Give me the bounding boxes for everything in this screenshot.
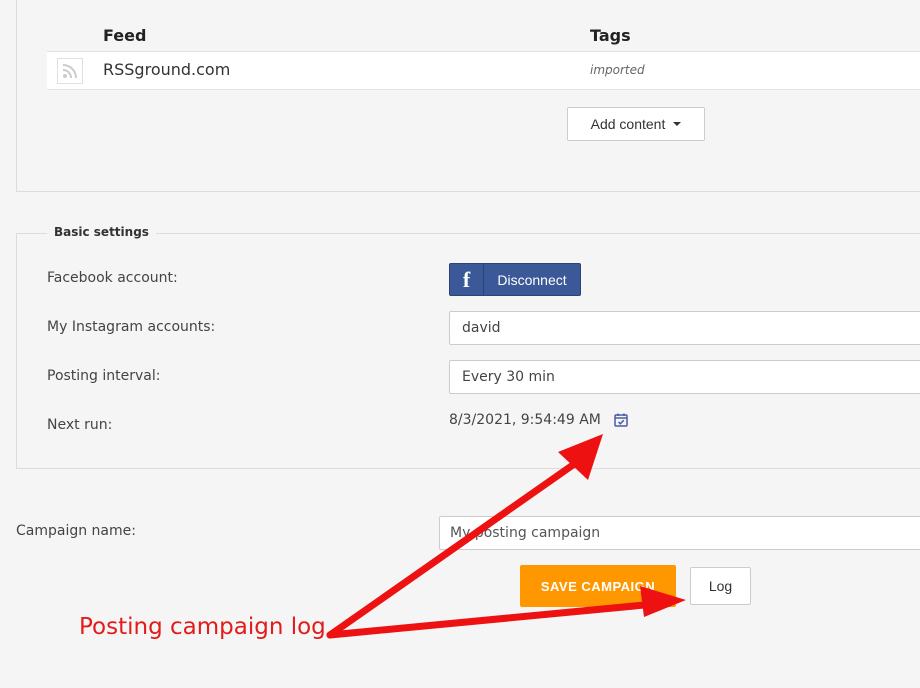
rss-icon xyxy=(57,58,83,84)
campaign-name-input[interactable] xyxy=(439,516,920,550)
next-run-label: Next run: xyxy=(47,417,113,433)
posting-interval-select[interactable]: Every 30 min xyxy=(449,360,920,394)
feed-name[interactable]: RSSground.com xyxy=(103,60,230,79)
tags-column-header: Tags xyxy=(590,26,631,45)
caret-down-icon xyxy=(673,122,682,126)
disconnect-label: Disconnect xyxy=(497,271,567,288)
add-content-label: Add content xyxy=(590,116,666,132)
arrow-to-log xyxy=(326,600,659,639)
save-campaign-button[interactable]: SAVE CAMPAIGN xyxy=(520,565,676,607)
next-run-value: 8/3/2021, 9:54:49 AM xyxy=(449,412,601,428)
facebook-disconnect-button[interactable]: f Disconnect xyxy=(449,263,581,296)
posting-interval-label: Posting interval: xyxy=(47,368,161,384)
log-button[interactable]: Log xyxy=(690,567,751,605)
campaign-name-label: Campaign name: xyxy=(16,523,136,539)
annotation-label: Posting campaign log xyxy=(79,614,326,640)
basic-settings-legend: Basic settings xyxy=(47,225,156,239)
feeds-panel: Feed Tags RSSground.com imported Add con… xyxy=(16,0,920,192)
feed-column-header: Feed xyxy=(103,26,147,45)
feed-tag: imported xyxy=(590,63,645,77)
facebook-account-label: Facebook account: xyxy=(47,270,178,286)
basic-settings-panel: Basic settings Facebook account: f Disco… xyxy=(16,225,920,469)
feeds-table-header: Feed Tags xyxy=(47,0,920,52)
calendar-check-icon[interactable] xyxy=(613,412,629,432)
facebook-icon: f xyxy=(450,264,484,295)
instagram-accounts-label: My Instagram accounts: xyxy=(47,319,216,335)
table-row[interactable]: RSSground.com imported xyxy=(47,52,920,90)
add-content-button[interactable]: Add content xyxy=(567,107,705,141)
instagram-accounts-select[interactable]: david xyxy=(449,311,920,345)
